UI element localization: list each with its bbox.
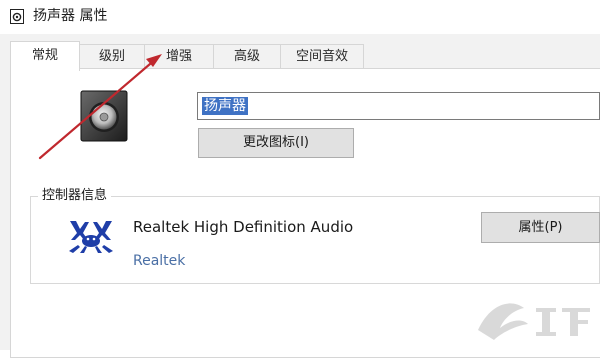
change-icon-button[interactable]: 更改图标(I) bbox=[198, 128, 354, 158]
controller-properties-button[interactable]: 属性(P) bbox=[481, 212, 600, 243]
tab-general[interactable]: 常规 bbox=[10, 41, 80, 71]
device-name-value: 扬声器 bbox=[202, 97, 248, 115]
tab-spatial-sound[interactable]: 空间音效 bbox=[280, 44, 364, 68]
speaker-small-icon bbox=[10, 9, 24, 24]
controller-device-name: Realtek High Definition Audio bbox=[133, 218, 354, 236]
controller-info-title: 控制器信息 bbox=[38, 187, 112, 205]
tab-enhancements[interactable]: 增强 bbox=[144, 44, 214, 68]
realtek-crab-icon bbox=[69, 221, 113, 253]
tab-levels[interactable]: 级别 bbox=[79, 44, 145, 68]
window-title: 扬声器 属性 bbox=[33, 8, 108, 24]
device-name-field[interactable]: 扬声器 bbox=[197, 92, 600, 120]
tab-advanced[interactable]: 高级 bbox=[213, 44, 281, 68]
title-bar: 扬声器 属性 bbox=[0, 0, 600, 34]
watermark-logo-icon bbox=[478, 303, 590, 340]
speaker-icon bbox=[80, 90, 128, 142]
controller-vendor-link[interactable]: Realtek bbox=[133, 251, 185, 271]
